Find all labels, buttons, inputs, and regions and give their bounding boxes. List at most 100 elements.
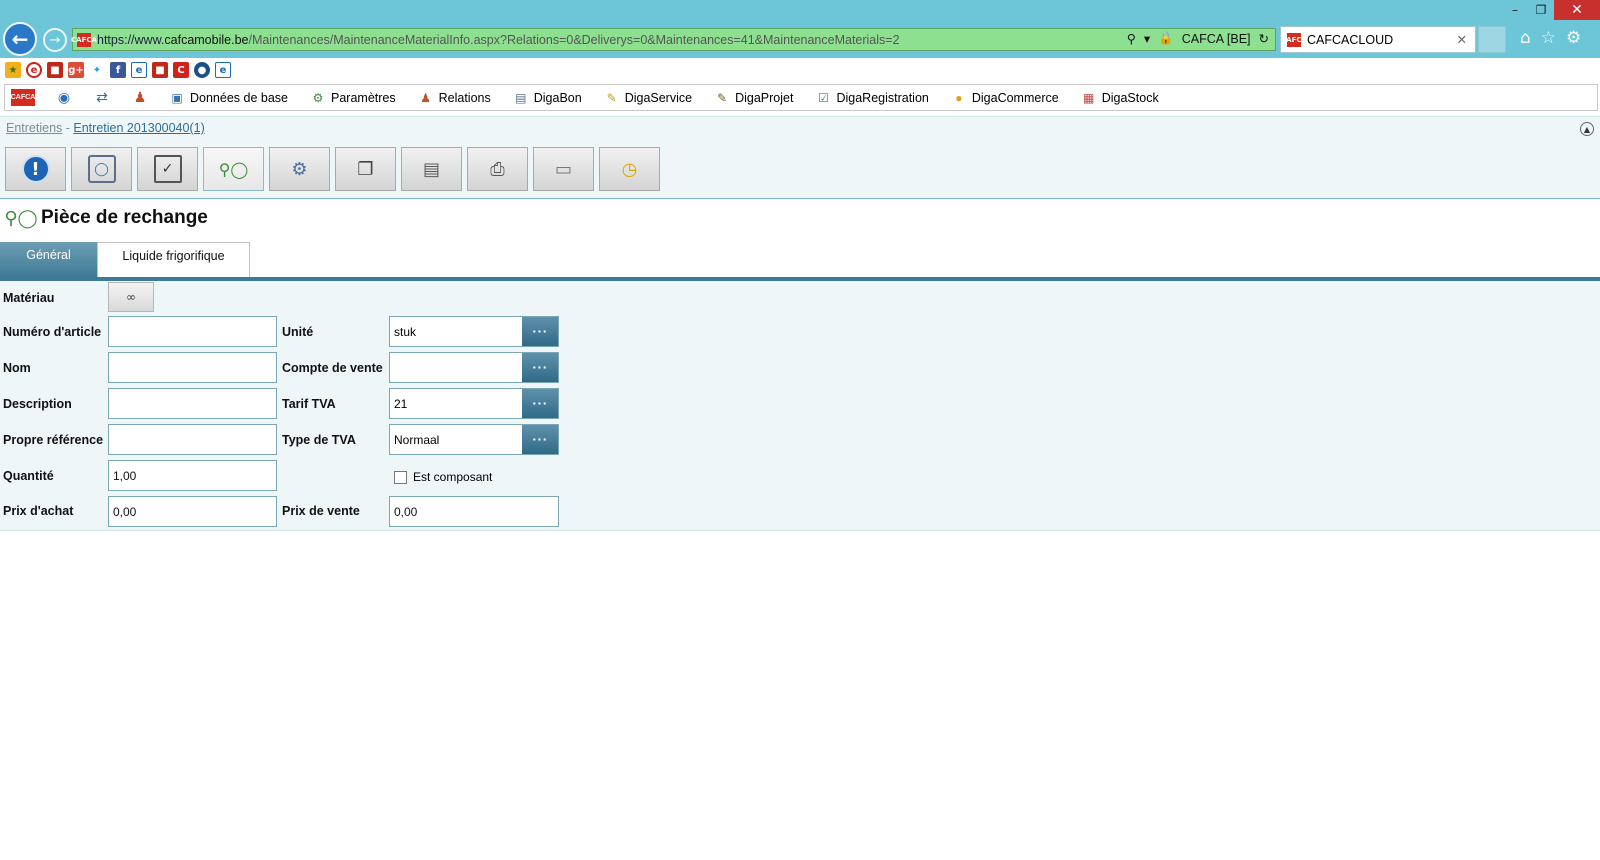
menu-item-base-data[interactable]: ▣ Données de base bbox=[169, 90, 288, 106]
tab-close-icon[interactable]: ✕ bbox=[1457, 32, 1467, 47]
google-plus-icon[interactable]: g+ bbox=[68, 62, 84, 78]
page-header: Entretiens - Entretien 201300040(1) ▲ ! … bbox=[0, 116, 1600, 199]
cafca-link-2-icon[interactable]: ■ bbox=[152, 62, 168, 78]
folder-button[interactable]: ▭ bbox=[533, 147, 594, 191]
url-host: cafcamobile.be bbox=[164, 32, 249, 47]
info-button[interactable]: ! bbox=[5, 147, 66, 191]
home-icon[interactable]: ⌂ bbox=[1520, 28, 1531, 48]
vat-type-lookup-button[interactable]: ··· bbox=[522, 425, 558, 454]
folder-icon: ▭ bbox=[554, 158, 572, 180]
tab-title: CAFCACLOUD bbox=[1307, 32, 1394, 47]
sales-account-select[interactable]: ··· bbox=[389, 352, 559, 383]
description-input[interactable] bbox=[108, 388, 277, 419]
back-arrow-icon[interactable]: ← bbox=[3, 22, 37, 56]
forward-arrow-icon[interactable]: → bbox=[43, 28, 67, 52]
menu-item-digastock[interactable]: ▦ DigaStock bbox=[1081, 90, 1159, 106]
address-bar[interactable]: CAFCA https://www.cafcamobile.be/Mainten… bbox=[71, 28, 1276, 51]
add-favorite-star-icon[interactable]: ★ bbox=[5, 62, 21, 78]
url-text[interactable]: https://www.cafcamobile.be/Maintenances/… bbox=[97, 33, 900, 47]
globe-icon[interactable]: ● bbox=[194, 62, 210, 78]
globe-menu-icon[interactable]: ◉ bbox=[55, 89, 73, 107]
refresh-icon[interactable]: ↻ bbox=[1259, 31, 1269, 46]
action-toolbar: ! ◯ ✓ ⚲◯ ⚙ ❐ ▤ ⎙ ▭ ◷ bbox=[5, 147, 660, 193]
close-window-icon[interactable]: ✕ bbox=[1554, 0, 1600, 20]
unit-select[interactable]: stuk ··· bbox=[389, 316, 559, 347]
vat-rate-lookup-button[interactable]: ··· bbox=[522, 389, 558, 418]
page-title: Pièce de rechange bbox=[41, 207, 208, 228]
name-input[interactable] bbox=[108, 352, 277, 383]
ebay-icon[interactable]: e bbox=[26, 62, 42, 78]
gear-document-icon: ⚙ bbox=[291, 158, 308, 180]
article-number-label: Numéro d'article bbox=[3, 325, 102, 339]
site-favicon-icon: CAFCA bbox=[71, 32, 97, 47]
checklist-button[interactable]: ✓ bbox=[137, 147, 198, 191]
cafca-link-icon[interactable]: ■ bbox=[47, 62, 63, 78]
collapse-header-icon[interactable]: ▲ bbox=[1580, 122, 1594, 136]
menu-item-label: DigaRegistration bbox=[836, 90, 929, 105]
gear-icon[interactable]: ⚙ bbox=[1566, 28, 1581, 48]
new-tab-button[interactable] bbox=[1478, 26, 1506, 53]
vat-rate-select[interactable]: 21 ··· bbox=[389, 388, 559, 419]
sales-account-label: Compte de vente bbox=[282, 361, 383, 375]
is-component-label: Est composant bbox=[413, 470, 493, 484]
app-menu-bar: CAFCA ◉ ⇄ ♟ ▣ Données de base ⚙ Paramètres… bbox=[4, 84, 1598, 111]
tab-refrigerant[interactable]: Liquide frigorifique bbox=[97, 242, 250, 278]
minimize-icon[interactable]: – bbox=[1502, 0, 1528, 20]
notebook-button[interactable]: ▤ bbox=[401, 147, 462, 191]
print-button[interactable]: ⎙ bbox=[467, 147, 528, 191]
sale-price-input[interactable]: 0,00 bbox=[389, 496, 559, 527]
restore-icon[interactable]: ❐ bbox=[1528, 0, 1554, 20]
project-icon: ✎ bbox=[717, 90, 728, 105]
tab-general[interactable]: Général bbox=[0, 242, 97, 278]
is-component-checkbox[interactable] bbox=[394, 470, 407, 484]
menu-item-label: DigaProjet bbox=[735, 90, 794, 105]
menu-item-digaservice[interactable]: ✎ DigaService bbox=[604, 90, 692, 106]
material-lookup-button[interactable]: ∞ bbox=[108, 282, 154, 312]
url-path: /Maintenances/MaintenanceMaterialInfo.as… bbox=[248, 32, 900, 47]
address-bar-actions: ⚲ ▾ 🔒 CAFCA [BE] ↻ bbox=[1127, 31, 1269, 46]
stock-icon: ▦ bbox=[1083, 90, 1095, 105]
sync-icon[interactable]: ⇄ bbox=[93, 89, 111, 107]
url-scheme: https://www. bbox=[97, 32, 165, 47]
document-icon: ▤ bbox=[515, 90, 527, 105]
menu-item-label: DigaCommerce bbox=[971, 90, 1059, 105]
site-identity[interactable]: CAFCA [BE] bbox=[1182, 32, 1251, 46]
browser-tab[interactable]: CAFCA CAFCACLOUD ✕ bbox=[1280, 26, 1476, 53]
folder-clock-icon: ◷ bbox=[621, 158, 638, 180]
sales-account-lookup-button[interactable]: ··· bbox=[522, 353, 558, 382]
dropdown-chevron-icon[interactable]: ▾ bbox=[1144, 31, 1150, 46]
breadcrumb-current-link[interactable]: Entretien 201300040(1) bbox=[73, 121, 204, 135]
menu-item-settings[interactable]: ⚙ Paramètres bbox=[310, 90, 396, 106]
documents-button[interactable]: ❐ bbox=[335, 147, 396, 191]
ie-page-2-icon[interactable]: e bbox=[215, 62, 231, 78]
facebook-icon[interactable]: f bbox=[110, 62, 126, 78]
window-titlebar: – ❐ ✕ bbox=[0, 0, 1600, 20]
vat-type-select[interactable]: Normaal ··· bbox=[389, 424, 559, 455]
menu-item-label: Relations bbox=[438, 90, 491, 105]
appliance-button[interactable]: ◯ bbox=[71, 147, 132, 191]
cafca-logo[interactable]: CAFCA bbox=[11, 89, 35, 106]
quantity-input[interactable]: 1,00 bbox=[108, 460, 277, 491]
spare-part-form: Matériau ∞ Numéro d'article Unité stuk ·… bbox=[0, 281, 1600, 531]
history-folder-button[interactable]: ◷ bbox=[599, 147, 660, 191]
menu-item-digabon[interactable]: ▤ DigaBon bbox=[513, 90, 582, 106]
link-icon: ∞ bbox=[126, 290, 136, 304]
is-component-checkbox-row[interactable]: Est composant bbox=[394, 470, 492, 484]
ie-page-icon[interactable]: e bbox=[131, 62, 147, 78]
breadcrumb-parent-link[interactable]: Entretiens bbox=[6, 121, 62, 135]
favorites-star-icon[interactable]: ☆ bbox=[1541, 28, 1556, 48]
article-number-input[interactable] bbox=[108, 316, 277, 347]
menu-item-digaprojet[interactable]: ✎ DigaProjet bbox=[714, 90, 793, 106]
menu-item-relations[interactable]: ♟ Relations bbox=[418, 90, 491, 106]
user-icon[interactable]: ♟ bbox=[131, 89, 149, 107]
menu-item-digacommerce[interactable]: ● DigaCommerce bbox=[951, 90, 1059, 106]
own-reference-input[interactable] bbox=[108, 424, 277, 455]
menu-item-digaregistration[interactable]: ☑ DigaRegistration bbox=[815, 90, 929, 106]
search-icon[interactable]: ⚲ bbox=[1127, 31, 1136, 46]
spare-parts-button[interactable]: ⚲◯ bbox=[203, 147, 264, 191]
settings-document-button[interactable]: ⚙ bbox=[269, 147, 330, 191]
twitter-icon[interactable]: ✦ bbox=[89, 62, 105, 78]
unit-lookup-button[interactable]: ··· bbox=[522, 317, 558, 346]
c-logo-icon[interactable]: C bbox=[173, 62, 189, 78]
purchase-price-input[interactable]: 0,00 bbox=[108, 496, 277, 527]
